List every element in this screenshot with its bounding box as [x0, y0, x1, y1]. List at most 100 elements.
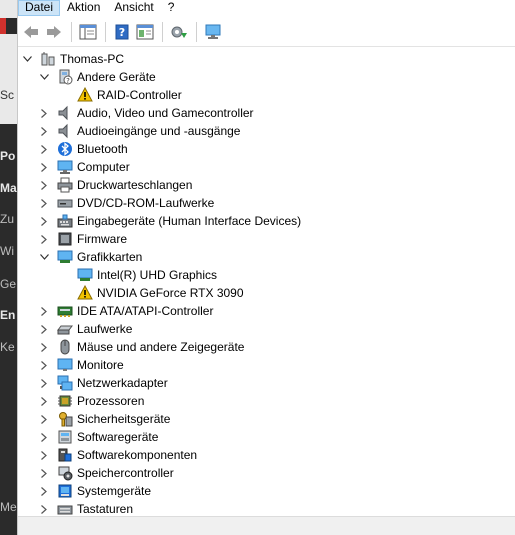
device-category-label: Softwaregeräte	[77, 430, 159, 444]
device-category[interactable]: ? Andere Geräte	[18, 68, 515, 86]
bluetooth-icon	[57, 141, 73, 157]
device-category-label: Prozessoren	[77, 394, 145, 408]
chevron-right-icon[interactable]	[39, 392, 49, 410]
device-category[interactable]: Bluetooth	[18, 140, 515, 158]
menu-aktion[interactable]: Aktion	[60, 0, 107, 16]
device-category[interactable]: Prozessoren	[18, 392, 515, 410]
device-category-label: IDE ATA/ATAPI-Controller	[77, 304, 214, 318]
device-item[interactable]: NVIDIA GeForce RTX 3090	[18, 284, 515, 302]
device-category[interactable]: IDE ATA/ATAPI-Controller	[18, 302, 515, 320]
forward-arrow-icon	[47, 25, 61, 38]
chevron-right-icon[interactable]	[39, 374, 49, 392]
chevron-right-icon[interactable]	[39, 230, 49, 248]
chevron-right-icon[interactable]	[39, 338, 49, 356]
device-category-label: Audio, Video und Gamecontroller	[77, 106, 254, 120]
chevron-right-icon[interactable]	[39, 356, 49, 374]
device-category[interactable]: Netzwerkadapter	[18, 374, 515, 392]
menu-help[interactable]: ?	[161, 0, 182, 16]
chevron-right-icon[interactable]	[39, 140, 49, 158]
forward-button[interactable]	[43, 21, 65, 43]
device-category[interactable]: Sicherheitsgeräte	[18, 410, 515, 428]
disk-drive-icon	[57, 321, 73, 337]
display-adapter-icon	[57, 249, 73, 265]
horizontal-scrollbar[interactable]	[18, 516, 515, 535]
tree-root-label: Thomas-PC	[60, 52, 125, 66]
device-category-label: Sicherheitsgeräte	[77, 412, 171, 426]
chevron-right-icon[interactable]	[39, 446, 49, 464]
update-driver-icon	[171, 26, 187, 38]
background-text-fragment: Me	[0, 500, 17, 514]
hid-icon	[57, 213, 73, 229]
chevron-right-icon[interactable]	[39, 500, 49, 516]
chevron-right-icon[interactable]	[39, 122, 49, 140]
help-button[interactable]: ?	[111, 21, 133, 43]
device-item-label: Intel(R) UHD Graphics	[97, 268, 218, 282]
scan-hardware-button[interactable]	[202, 21, 224, 43]
device-category-label: Monitore	[77, 358, 124, 372]
properties-window-icon	[136, 24, 154, 39]
device-category[interactable]: Firmware	[18, 230, 515, 248]
device-category[interactable]: Audioeingänge und -ausgänge	[18, 122, 515, 140]
update-driver-button[interactable]	[168, 21, 190, 43]
chevron-right-icon[interactable]	[39, 104, 49, 122]
monitor-icon	[57, 357, 73, 373]
computer-tree-root-icon	[40, 51, 56, 67]
device-category[interactable]: Systemgeräte	[18, 482, 515, 500]
chevron-down-icon[interactable]	[39, 68, 49, 86]
menu-ansicht[interactable]: Ansicht	[107, 0, 160, 16]
properties-view-button[interactable]	[134, 21, 156, 43]
network-adapter-icon	[57, 375, 73, 391]
svg-text:?: ?	[119, 26, 125, 39]
device-category[interactable]: Computer	[18, 158, 515, 176]
chevron-right-icon[interactable]	[39, 302, 49, 320]
toolbar: ?	[18, 17, 515, 47]
menu-datei[interactable]: Datei	[18, 0, 61, 16]
device-category-label: Tastaturen	[77, 502, 134, 516]
chevron-right-icon[interactable]	[39, 482, 49, 500]
chevron-down-icon[interactable]	[22, 50, 32, 68]
device-category[interactable]: Laufwerke	[18, 320, 515, 338]
menu-bar: Datei Aktion Ansicht ?	[18, 0, 515, 16]
device-category-label: Systemgeräte	[77, 484, 152, 498]
warning-device-icon	[77, 86, 93, 103]
warning-device-icon	[77, 284, 93, 301]
show-hide-console-tree-button[interactable]	[77, 21, 99, 43]
device-category-label: Grafikkarten	[77, 250, 143, 264]
storage-controller-icon	[57, 465, 73, 481]
device-category[interactable]: Monitore	[18, 356, 515, 374]
chevron-right-icon[interactable]	[39, 428, 49, 446]
chevron-right-icon[interactable]	[39, 176, 49, 194]
device-category[interactable]: Eingabegeräte (Human Interface Devices)	[18, 212, 515, 230]
background-text-fragment: Ma	[0, 181, 17, 195]
device-category[interactable]: Audio, Video und Gamecontroller	[18, 104, 515, 122]
device-category[interactable]: Softwaregeräte	[18, 428, 515, 446]
background-text-fragment: Sc	[0, 88, 15, 102]
toolbar-separator	[162, 21, 163, 42]
device-category-label: Bluetooth	[77, 142, 128, 156]
chevron-right-icon[interactable]	[39, 464, 49, 482]
display-adapter-icon	[77, 267, 93, 283]
device-category[interactable]: Druckwarteschlangen	[18, 176, 515, 194]
device-category[interactable]: Mäuse und andere Zeigegeräte	[18, 338, 515, 356]
device-item-label: RAID-Controller	[97, 88, 182, 102]
device-category[interactable]: DVD/CD-ROM-Laufwerke	[18, 194, 515, 212]
chevron-right-icon[interactable]	[39, 194, 49, 212]
device-category[interactable]: Tastaturen	[18, 500, 515, 516]
device-tree: Thomas-PC ? Andere Geräte RAID-Controller A…	[18, 50, 515, 516]
back-button[interactable]	[20, 21, 42, 43]
device-category[interactable]: Softwarekomponenten	[18, 446, 515, 464]
scan-monitor-icon	[205, 24, 221, 39]
chevron-down-icon[interactable]	[39, 248, 49, 266]
ide-controller-icon	[57, 303, 73, 319]
chevron-right-icon[interactable]	[39, 410, 49, 428]
console-tree-icon	[79, 24, 97, 39]
chevron-right-icon[interactable]	[39, 320, 49, 338]
device-category[interactable]: Speichercontroller	[18, 464, 515, 482]
device-item[interactable]: Intel(R) UHD Graphics	[18, 266, 515, 284]
device-category[interactable]: Grafikkarten	[18, 248, 515, 266]
chevron-right-icon[interactable]	[39, 212, 49, 230]
help-book-icon: ?	[115, 24, 129, 39]
device-item[interactable]: RAID-Controller	[18, 86, 515, 104]
tree-root[interactable]: Thomas-PC	[18, 50, 515, 68]
chevron-right-icon[interactable]	[39, 158, 49, 176]
